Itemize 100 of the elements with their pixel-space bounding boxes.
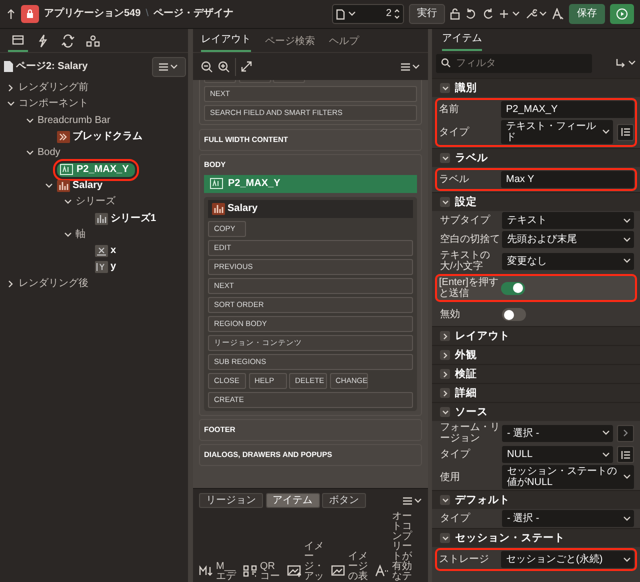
lock-icon[interactable]	[450, 8, 460, 20]
app-title[interactable]: アプリケーション549	[44, 8, 141, 20]
list-button[interactable]	[617, 124, 634, 140]
gallery-item-label[interactable]: QRコー	[260, 562, 282, 582]
tree-item[interactable]: P2_MAX_Y	[56, 162, 135, 177]
collapse-icon[interactable]	[26, 150, 34, 156]
gallery-item-label[interactable]: M__エデ	[216, 562, 238, 582]
list-icon[interactable]	[620, 450, 630, 460]
text-size-icon[interactable]	[375, 564, 389, 578]
gallery-item-label[interactable]: オートコンプリートが有効なテ	[392, 512, 414, 582]
group-title[interactable]: 識別	[455, 82, 477, 94]
collapse-icon[interactable]	[440, 533, 450, 543]
redo-icon[interactable]	[482, 8, 494, 20]
tree-item[interactable]: x	[110, 245, 116, 258]
plus-icon[interactable]	[499, 9, 509, 19]
select-field[interactable]: テキスト	[502, 212, 634, 229]
caret-icon[interactable]	[539, 11, 547, 17]
gallery-item-label[interactable]: イメージの表	[348, 552, 370, 582]
tab[interactable]: ヘルプ	[329, 32, 359, 52]
caret-icon[interactable]	[602, 129, 610, 135]
tree-item[interactable]: 軸	[76, 228, 86, 241]
app-icon[interactable]	[21, 5, 39, 23]
caret-icon[interactable]	[414, 498, 422, 504]
tab[interactable]: アイテム	[266, 493, 320, 508]
caret-icon[interactable]	[602, 430, 610, 436]
tab[interactable]: ページ検索	[265, 32, 315, 52]
text-field[interactable]: Max Y	[501, 171, 634, 188]
group-title[interactable]: 検証	[455, 368, 477, 380]
expand-icon[interactable]	[440, 331, 450, 341]
run-button[interactable]: 実行	[409, 4, 445, 24]
page-selector[interactable]: 2	[332, 4, 404, 24]
select-field[interactable]: NULL	[502, 446, 613, 463]
group-title[interactable]: 外観	[455, 348, 477, 362]
select-field[interactable]: セッション・ステートの値がNULL	[502, 465, 634, 489]
run-page-button[interactable]	[610, 4, 634, 24]
collapse-icon[interactable]	[440, 83, 450, 93]
text-format-icon[interactable]	[552, 8, 564, 20]
zoom-out-icon[interactable]	[201, 60, 213, 72]
caret-icon[interactable]	[623, 258, 631, 264]
group-title[interactable]: レイアウト	[455, 330, 510, 342]
select-field[interactable]: テキスト・フィールド	[501, 120, 613, 144]
shapes-icon[interactable]	[86, 34, 100, 48]
expand-icon[interactable]	[440, 388, 450, 398]
caret-icon[interactable]	[412, 64, 420, 70]
collapse-icon[interactable]	[26, 118, 34, 124]
expand-icon[interactable]	[8, 84, 14, 92]
tab[interactable]: リージョン	[199, 493, 263, 508]
caret-icon[interactable]	[628, 60, 636, 66]
play-icon[interactable]	[616, 8, 628, 20]
menu-button[interactable]	[152, 56, 186, 76]
page-item[interactable]: P2_MAX_Y	[204, 174, 417, 192]
lightning-icon[interactable]	[36, 34, 50, 48]
caret-icon[interactable]	[170, 64, 178, 70]
tab[interactable]: ボタン	[322, 493, 366, 508]
tree-item[interactable]: y	[110, 261, 116, 274]
collapse-icon[interactable]	[64, 199, 72, 206]
menu-icon[interactable]	[400, 62, 410, 70]
text-field[interactable]: P2_MAX_Y	[501, 101, 634, 118]
group-title[interactable]: 詳細	[455, 386, 477, 400]
tree-item[interactable]: Salary	[72, 180, 103, 192]
expand-icon[interactable]	[8, 280, 14, 288]
tree-item[interactable]: シリーズ	[76, 196, 116, 208]
tree-item[interactable]: Breadcrumb Bar	[38, 114, 110, 127]
image-icon[interactable]	[331, 564, 345, 578]
up-arrow-icon[interactable]	[6, 8, 16, 20]
collapse-icon[interactable]	[440, 153, 450, 163]
tree-item[interactable]: レンダリング前	[18, 82, 88, 94]
page-label[interactable]: ページ2: Salary	[16, 60, 88, 72]
stepper-icon[interactable]	[394, 8, 400, 20]
caret-icon[interactable]	[348, 11, 356, 17]
markdown-icon[interactable]	[199, 564, 213, 578]
collapse-icon[interactable]	[440, 407, 450, 417]
caret-icon[interactable]	[623, 474, 631, 480]
undo-icon[interactable]	[465, 8, 477, 20]
caret-icon[interactable]	[602, 452, 610, 458]
select-field[interactable]: - 選択 -	[502, 510, 634, 527]
image-upload-icon[interactable]	[287, 564, 301, 578]
tree-item[interactable]: シリーズ1	[110, 212, 156, 225]
save-button[interactable]: 保存	[569, 4, 605, 24]
wrench-icon[interactable]	[524, 8, 536, 20]
group-title[interactable]: ソース	[455, 406, 488, 418]
tree-item[interactable]: ブレッドクラム	[72, 131, 142, 144]
go-to-group-icon[interactable]	[616, 58, 626, 68]
qr-code-icon[interactable]	[243, 564, 257, 578]
go-button[interactable]	[617, 424, 634, 442]
select-field[interactable]: 変更なし	[502, 252, 634, 270]
menu-icon[interactable]	[402, 496, 412, 504]
expand-icon[interactable]	[241, 61, 252, 72]
expand-icon[interactable]	[440, 369, 450, 379]
region-header[interactable]: Salary	[208, 200, 413, 218]
filter-field[interactable]: フィルタ	[436, 54, 592, 72]
caret-icon[interactable]	[623, 556, 631, 562]
caret-icon[interactable]	[623, 218, 631, 224]
caret-icon[interactable]	[623, 516, 631, 522]
toggle-switch[interactable]	[502, 308, 526, 321]
layout-icon[interactable]	[11, 32, 25, 46]
refresh-icon[interactable]	[61, 34, 75, 48]
select-field[interactable]: 先頭および末尾	[502, 231, 634, 248]
group-title[interactable]: ラベル	[455, 152, 488, 164]
select-field[interactable]: セッションごと(永続)	[501, 551, 634, 568]
